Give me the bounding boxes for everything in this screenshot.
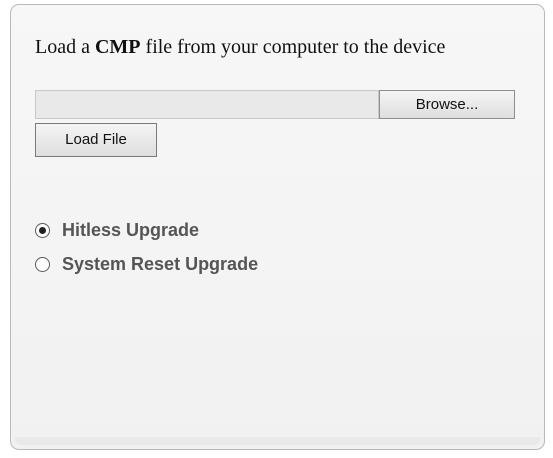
instruction-suffix: file from your computer to the device <box>140 36 446 58</box>
instruction-text: Load a CMP file from your computer to th… <box>35 35 515 59</box>
radio-button-system-reset-upgrade[interactable] <box>35 256 50 272</box>
radio-label-hitless-upgrade[interactable]: Hitless Upgrade <box>62 220 199 241</box>
instruction-prefix: Load a <box>35 36 95 58</box>
file-picker: Browse... <box>35 90 515 119</box>
instruction-file-type: CMP <box>94 36 141 58</box>
radio-button-hitless-upgrade[interactable] <box>35 222 50 238</box>
upgrade-panel: Load a CMP file from your computer to th… <box>10 4 545 450</box>
load-file-button[interactable]: Load File <box>35 123 157 157</box>
radio-option-hitless-upgrade[interactable]: Hitless Upgrade <box>35 217 199 243</box>
browse-button[interactable]: Browse... <box>379 90 515 119</box>
radio-option-system-reset-upgrade[interactable]: System Reset Upgrade <box>35 251 258 277</box>
radio-label-system-reset-upgrade[interactable]: System Reset Upgrade <box>62 254 258 275</box>
file-path-field[interactable] <box>35 90 379 119</box>
